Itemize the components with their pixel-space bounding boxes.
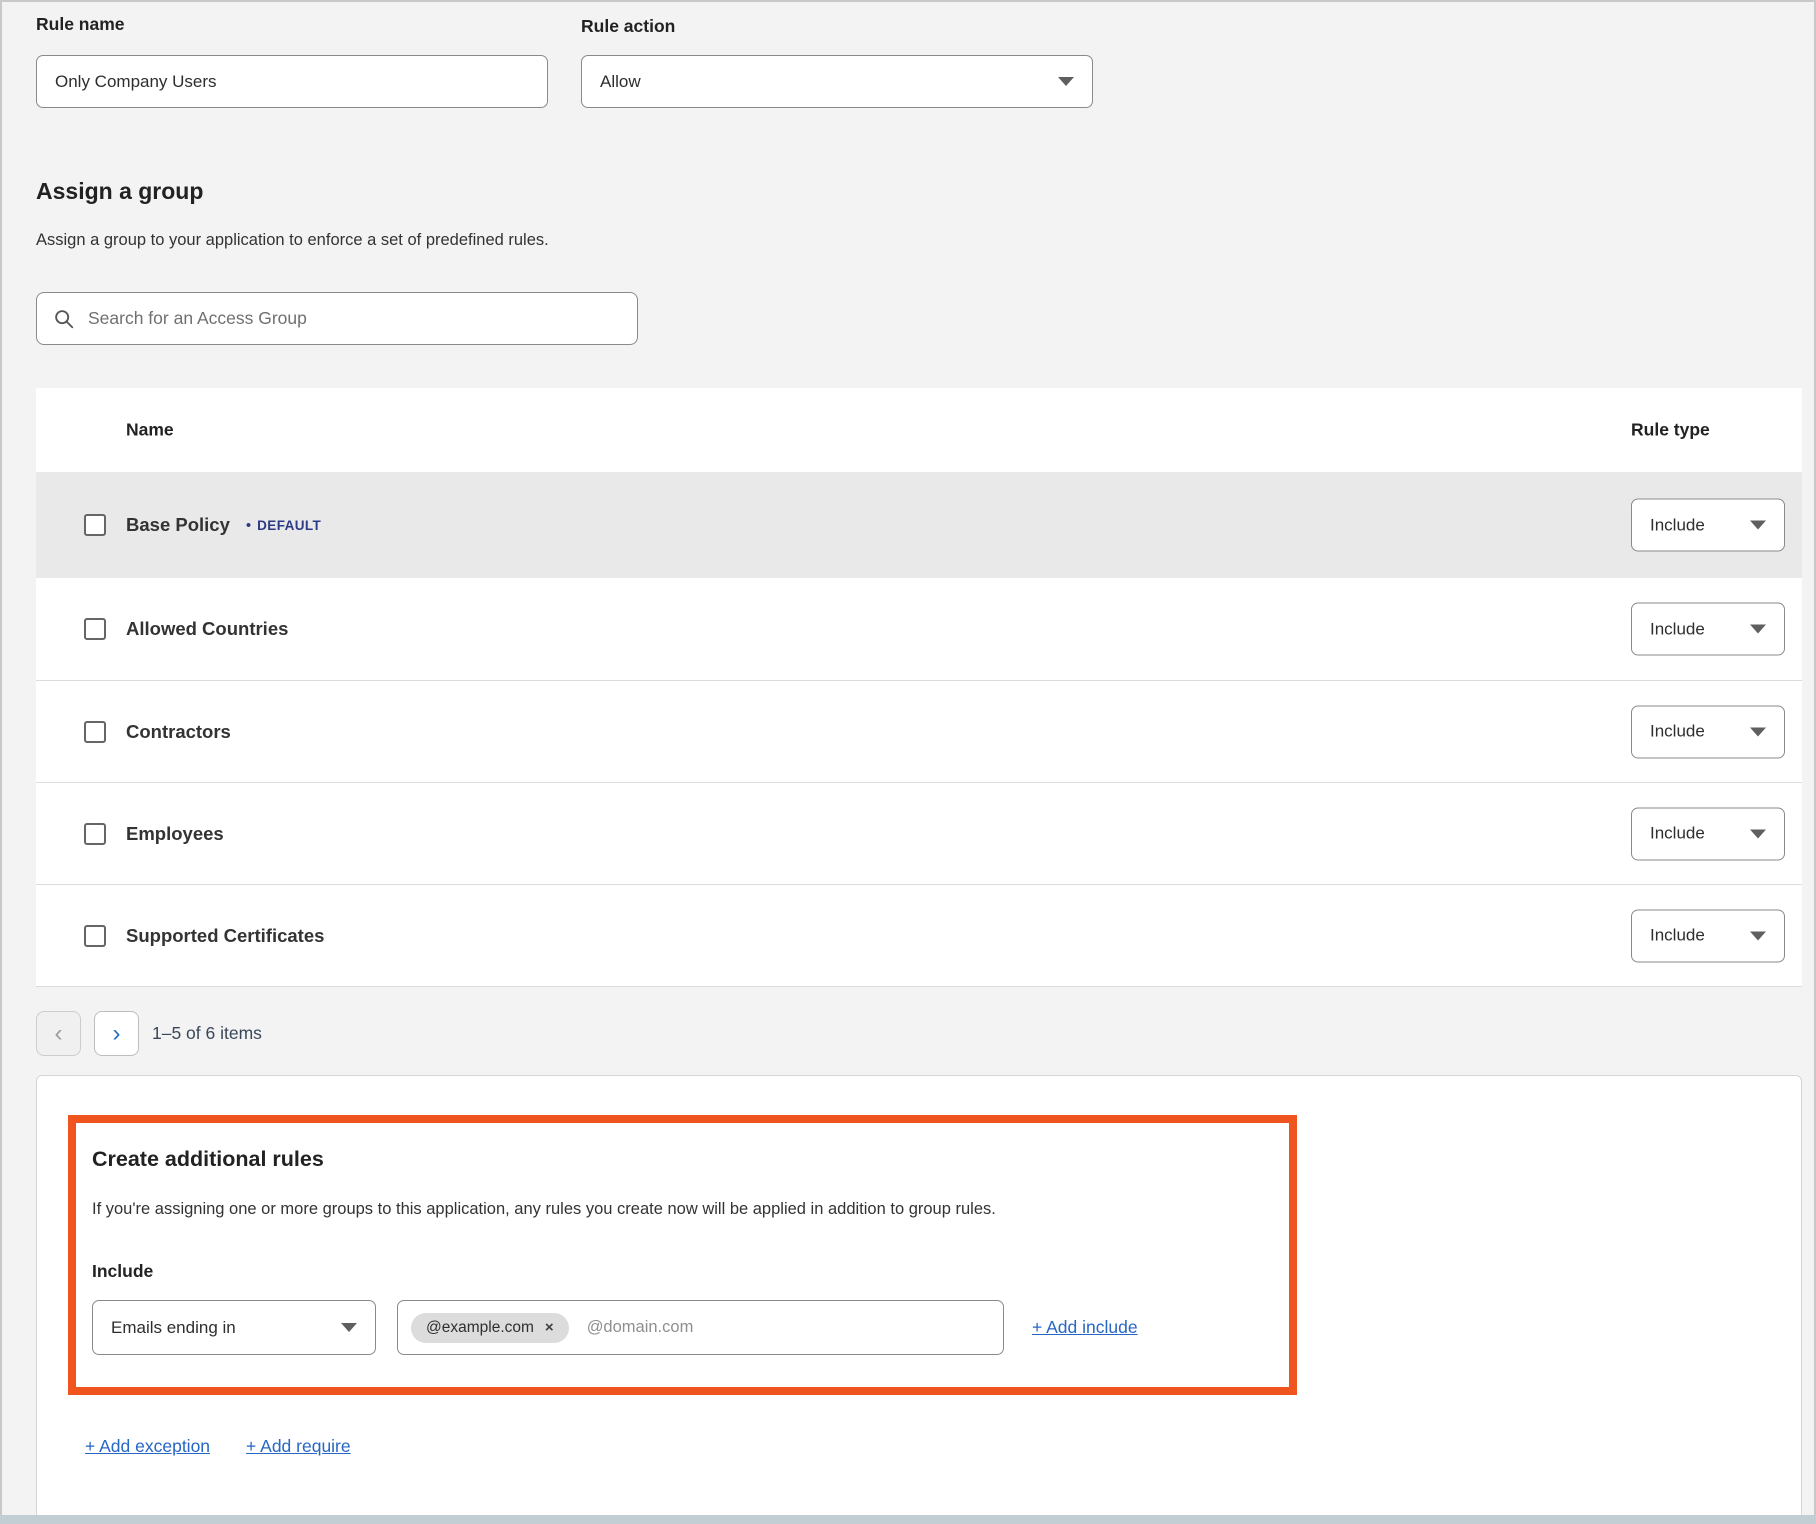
window-bottom-edge [0, 1515, 1816, 1524]
rule-type-select[interactable]: Include [1631, 909, 1785, 962]
rule-name-label: Rule name [36, 14, 125, 35]
rule-type-select[interactable]: Include [1631, 499, 1785, 552]
additional-rules-heading: Create additional rules [92, 1147, 1265, 1172]
row-checkbox[interactable] [84, 823, 106, 845]
chevron-down-icon [1750, 727, 1766, 736]
row-checkbox[interactable] [84, 925, 106, 947]
search-input[interactable] [88, 308, 621, 329]
rule-name-input[interactable] [36, 55, 548, 108]
highlight-callout-box: Create additional rules If you're assign… [68, 1115, 1297, 1395]
include-rule-row: Emails ending in @example.com × + Add in… [92, 1300, 1265, 1355]
group-name: Employees [126, 823, 224, 845]
group-name: Contractors [126, 721, 231, 743]
chevron-right-icon: › [113, 1020, 121, 1048]
table-header: Name Rule type [36, 388, 1802, 472]
column-header-rule-type: Rule type [1631, 420, 1710, 441]
rule-type-select[interactable]: Include [1631, 603, 1785, 656]
chevron-left-icon: ‹ [55, 1020, 63, 1048]
add-require-link[interactable]: + Add require [246, 1436, 351, 1457]
rule-action-value: Allow [600, 72, 641, 92]
access-group-table: Name Rule type Base Policy • DEFAULT Inc… [36, 388, 1802, 987]
email-domain-field[interactable] [587, 1318, 990, 1337]
group-name: Supported Certificates [126, 925, 324, 947]
email-domains-input[interactable]: @example.com × [397, 1300, 1004, 1355]
table-row: Base Policy • DEFAULT Include [36, 472, 1802, 578]
chevron-down-icon [1750, 625, 1766, 634]
rule-type-select[interactable]: Include [1631, 705, 1785, 758]
pagination-prev-button[interactable]: ‹ [36, 1011, 81, 1056]
rule-editor-page: Rule name Rule action Allow Assign a gro… [0, 0, 1816, 1524]
close-icon[interactable]: × [545, 1320, 554, 1335]
pagination-next-button[interactable]: › [94, 1011, 139, 1056]
additional-rules-card: Create additional rules If you're assign… [36, 1075, 1802, 1524]
condition-value: Emails ending in [111, 1318, 236, 1338]
column-header-name: Name [126, 420, 174, 441]
row-checkbox[interactable] [84, 618, 106, 640]
email-chip-label: @example.com [426, 1319, 534, 1337]
assign-group-heading: Assign a group [36, 178, 203, 205]
rule-type-select[interactable]: Include [1631, 807, 1785, 860]
add-exception-link[interactable]: + Add exception [85, 1436, 210, 1457]
table-row: Contractors Include [36, 680, 1802, 782]
row-checkbox[interactable] [84, 721, 106, 743]
table-row: Allowed Countries Include [36, 578, 1802, 680]
chevron-down-icon [1750, 931, 1766, 940]
rule-action-label: Rule action [581, 16, 675, 37]
default-badge: • DEFAULT [246, 518, 321, 533]
chevron-down-icon [1750, 521, 1766, 530]
email-chip: @example.com × [411, 1313, 569, 1343]
additional-rules-description: If you're assigning one or more groups t… [92, 1200, 1265, 1219]
rule-action-select[interactable]: Allow [581, 55, 1093, 108]
search-icon [53, 308, 75, 330]
chevron-down-icon [341, 1323, 357, 1332]
group-name: Base Policy [126, 514, 230, 536]
condition-select[interactable]: Emails ending in [92, 1300, 376, 1355]
chevron-down-icon [1750, 829, 1766, 838]
row-checkbox[interactable] [84, 514, 106, 536]
group-name: Allowed Countries [126, 618, 288, 640]
assign-group-description: Assign a group to your application to en… [36, 231, 549, 250]
rule-links: + Add exception + Add require [85, 1436, 351, 1457]
pagination-summary: 1–5 of 6 items [152, 1023, 262, 1044]
table-row: Supported Certificates Include [36, 884, 1802, 986]
access-group-search[interactable] [36, 292, 638, 345]
chevron-down-icon [1058, 77, 1074, 86]
table-row: Employees Include [36, 782, 1802, 884]
include-label: Include [92, 1261, 1265, 1282]
add-include-link[interactable]: + Add include [1032, 1317, 1138, 1338]
